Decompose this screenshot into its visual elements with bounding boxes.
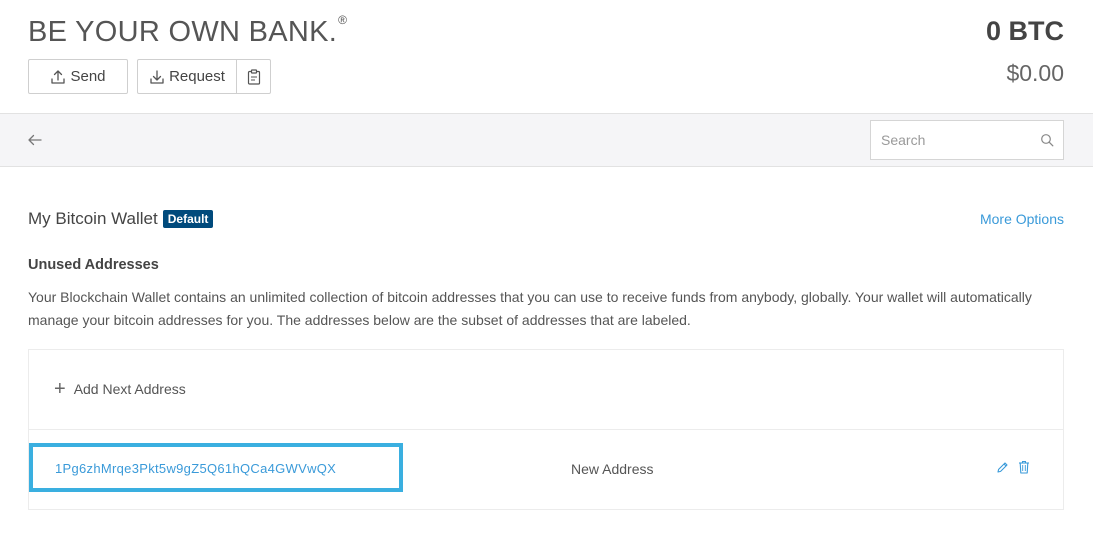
search-input[interactable]	[871, 121, 1031, 159]
address-table: + Add Next Address 1Pg6zhMrqe3Pkt5w9gZ5Q…	[28, 349, 1064, 510]
send-label: Send	[70, 68, 106, 85]
add-address-row: + Add Next Address	[29, 350, 1063, 430]
registered-mark: ®	[338, 13, 348, 28]
copy-address-button[interactable]	[237, 60, 270, 93]
wallet-title: My Bitcoin Wallet Default	[28, 209, 214, 229]
pencil-icon[interactable]	[996, 461, 1009, 474]
tagline: BE YOUR OWN BANK.®	[28, 13, 348, 49]
address-link[interactable]: 1Pg6zhMrqe3Pkt5w9gZ5Q61hQCa4GWVwQX	[55, 461, 336, 476]
more-options-link[interactable]: More Options	[980, 211, 1064, 227]
address-label: New Address	[571, 461, 654, 477]
arrow-left-icon[interactable]	[26, 131, 44, 149]
download-icon	[150, 69, 164, 84]
wallet-name: My Bitcoin Wallet	[28, 209, 158, 228]
add-next-address-button[interactable]: + Add Next Address	[54, 378, 186, 400]
request-button-group: Request	[137, 59, 271, 94]
request-label: Request	[169, 68, 225, 85]
add-next-address-label: Add Next Address	[73, 381, 186, 397]
default-badge: Default	[162, 210, 214, 228]
clipboard-icon	[247, 68, 260, 85]
search-icon[interactable]	[1040, 133, 1054, 147]
top-bar: BE YOUR OWN BANK.® Send Request 0 BTC $0…	[0, 0, 1093, 113]
table-row: 1Pg6zhMrqe3Pkt5w9gZ5Q61hQCa4GWVwQX New A…	[29, 431, 1063, 509]
search-box	[870, 120, 1064, 160]
plus-icon: +	[54, 378, 66, 400]
trash-icon[interactable]	[1018, 460, 1030, 474]
description-text: Your Blockchain Wallet contains an unlim…	[28, 289, 1032, 328]
tagline-text: BE YOUR OWN BANK.	[28, 16, 338, 48]
section-heading: Unused Addresses	[28, 257, 159, 273]
upload-icon	[51, 69, 66, 84]
send-button[interactable]: Send	[28, 59, 128, 94]
balance-usd[interactable]: $0.00	[1006, 60, 1064, 87]
nav-strip	[0, 113, 1093, 167]
balance-btc[interactable]: 0 BTC	[986, 16, 1064, 47]
request-button[interactable]: Request	[138, 60, 237, 93]
